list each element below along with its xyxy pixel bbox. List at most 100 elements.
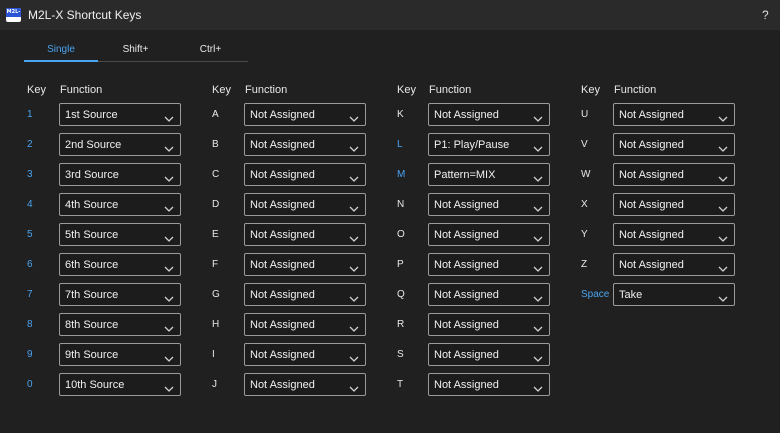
function-select-p[interactable]: Not Assigned xyxy=(428,253,550,276)
function-select-e[interactable]: Not Assigned xyxy=(244,223,366,246)
shortcut-key-y: Y xyxy=(581,229,588,240)
chevron-down-icon xyxy=(718,200,728,212)
function-select-5[interactable]: 5th Source xyxy=(59,223,181,246)
shortcut-key-t: T xyxy=(397,379,404,390)
chevron-down-icon xyxy=(533,260,543,272)
function-select-space[interactable]: Take xyxy=(613,283,735,306)
shortcut-key-2: 2 xyxy=(27,139,33,150)
function-select-value: Not Assigned xyxy=(434,229,499,241)
function-select-s[interactable]: Not Assigned xyxy=(428,343,550,366)
function-select-value: Not Assigned xyxy=(434,109,499,121)
chevron-down-icon xyxy=(164,320,174,332)
function-select-value: Not Assigned xyxy=(619,139,684,151)
shortcut-key-4: 4 xyxy=(27,199,33,210)
function-select-b[interactable]: Not Assigned xyxy=(244,133,366,156)
function-select-value: 3rd Source xyxy=(65,169,119,181)
function-select-value: 4th Source xyxy=(65,199,119,211)
function-select-3[interactable]: 3rd Source xyxy=(59,163,181,186)
function-select-x[interactable]: Not Assigned xyxy=(613,193,735,216)
app-logo-label: M2L-X xyxy=(6,8,21,22)
function-select-c[interactable]: Not Assigned xyxy=(244,163,366,186)
function-select-y[interactable]: Not Assigned xyxy=(613,223,735,246)
function-select-h[interactable]: Not Assigned xyxy=(244,313,366,336)
function-select-value: P1: Play/Pause xyxy=(434,139,510,151)
function-select-value: 1st Source xyxy=(65,109,118,121)
function-select-value: Not Assigned xyxy=(434,349,499,361)
chevron-down-icon xyxy=(349,230,359,242)
shortcut-key-e: E xyxy=(212,229,219,240)
function-select-f[interactable]: Not Assigned xyxy=(244,253,366,276)
function-select-m[interactable]: Pattern=MIX xyxy=(428,163,550,186)
function-select-value: 2nd Source xyxy=(65,139,122,151)
shortcut-key-3: 3 xyxy=(27,169,33,180)
function-select-n[interactable]: Not Assigned xyxy=(428,193,550,216)
function-select-value: Not Assigned xyxy=(250,289,315,301)
function-select-8[interactable]: 8th Source xyxy=(59,313,181,336)
function-select-value: Not Assigned xyxy=(250,139,315,151)
column-header-key: Key xyxy=(581,84,600,96)
function-select-w[interactable]: Not Assigned xyxy=(613,163,735,186)
chevron-down-icon xyxy=(349,290,359,302)
help-button[interactable]: ? xyxy=(762,8,769,22)
chevron-down-icon xyxy=(533,230,543,242)
tab-ctrl[interactable]: Ctrl+ xyxy=(173,38,248,62)
shortcut-key-i: I xyxy=(212,349,215,360)
function-select-a[interactable]: Not Assigned xyxy=(244,103,366,126)
shortcut-key-r: R xyxy=(397,319,405,330)
chevron-down-icon xyxy=(718,230,728,242)
tab-single[interactable]: Single xyxy=(24,38,98,62)
shortcut-key-5: 5 xyxy=(27,229,33,240)
function-select-2[interactable]: 2nd Source xyxy=(59,133,181,156)
function-select-6[interactable]: 6th Source xyxy=(59,253,181,276)
function-select-u[interactable]: Not Assigned xyxy=(613,103,735,126)
shortcut-key-s: S xyxy=(397,349,404,360)
function-select-k[interactable]: Not Assigned xyxy=(428,103,550,126)
chevron-down-icon xyxy=(349,200,359,212)
shortcut-key-n: N xyxy=(397,199,405,210)
chevron-down-icon xyxy=(533,380,543,392)
shortcut-key-9: 9 xyxy=(27,349,33,360)
function-select-d[interactable]: Not Assigned xyxy=(244,193,366,216)
function-select-value: Not Assigned xyxy=(619,169,684,181)
function-select-value: Not Assigned xyxy=(250,319,315,331)
function-select-value: Not Assigned xyxy=(250,349,315,361)
chevron-down-icon xyxy=(349,350,359,362)
function-select-l[interactable]: P1: Play/Pause xyxy=(428,133,550,156)
tab-shift[interactable]: Shift+ xyxy=(98,38,173,62)
chevron-down-icon xyxy=(533,350,543,362)
chevron-down-icon xyxy=(533,170,543,182)
shortcut-key-l: L xyxy=(397,139,403,150)
tab-bar: Single Shift+ Ctrl+ xyxy=(24,38,248,62)
function-select-value: 9th Source xyxy=(65,349,119,361)
function-select-value: Not Assigned xyxy=(619,229,684,241)
shortcut-key-7: 7 xyxy=(27,289,33,300)
function-select-q[interactable]: Not Assigned xyxy=(428,283,550,306)
function-select-9[interactable]: 9th Source xyxy=(59,343,181,366)
function-select-value: Not Assigned xyxy=(434,199,499,211)
chevron-down-icon xyxy=(349,110,359,122)
chevron-down-icon xyxy=(533,320,543,332)
column-header-key: Key xyxy=(27,84,46,96)
function-select-j[interactable]: Not Assigned xyxy=(244,373,366,396)
chevron-down-icon xyxy=(164,200,174,212)
function-select-4[interactable]: 4th Source xyxy=(59,193,181,216)
function-select-v[interactable]: Not Assigned xyxy=(613,133,735,156)
function-select-value: 8th Source xyxy=(65,319,119,331)
function-select-value: Not Assigned xyxy=(250,169,315,181)
column-header-function: Function xyxy=(429,84,472,96)
function-select-t[interactable]: Not Assigned xyxy=(428,373,550,396)
app-logo-icon: M2L-X xyxy=(6,8,21,22)
function-select-7[interactable]: 7th Source xyxy=(59,283,181,306)
function-select-1[interactable]: 1st Source xyxy=(59,103,181,126)
function-select-o[interactable]: Not Assigned xyxy=(428,223,550,246)
function-select-r[interactable]: Not Assigned xyxy=(428,313,550,336)
function-select-i[interactable]: Not Assigned xyxy=(244,343,366,366)
function-select-z[interactable]: Not Assigned xyxy=(613,253,735,276)
function-select-0[interactable]: 10th Source xyxy=(59,373,181,396)
function-select-value: Not Assigned xyxy=(250,259,315,271)
shortcut-key-a: A xyxy=(212,109,219,120)
function-select-g[interactable]: Not Assigned xyxy=(244,283,366,306)
shortcut-key-c: C xyxy=(212,169,220,180)
shortcut-key-space: Space xyxy=(581,289,610,300)
chevron-down-icon xyxy=(164,260,174,272)
